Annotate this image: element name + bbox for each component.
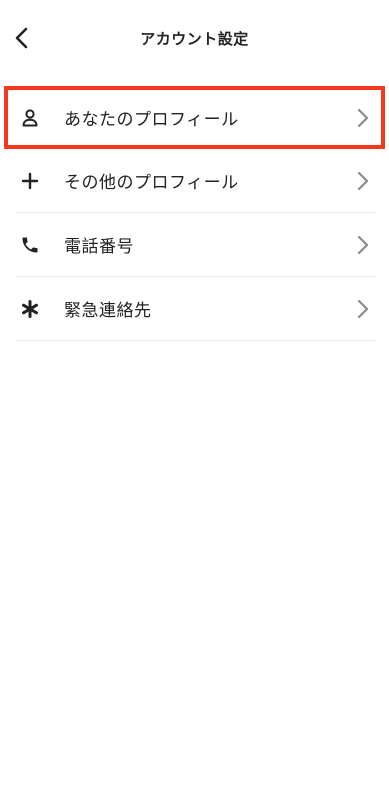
- menu-item-phone-number[interactable]: 電話番号: [16, 213, 375, 277]
- settings-list: あなたのプロフィール その他のプロフィール 電話番号 緊急連絡先: [0, 86, 389, 341]
- page-title: アカウント設定: [140, 30, 249, 48]
- chevron-right-icon: [351, 106, 375, 130]
- asterisk-icon: [16, 297, 52, 321]
- menu-item-emergency-contact[interactable]: 緊急連絡先: [16, 277, 375, 341]
- menu-item-label: あなたのプロフィール: [64, 110, 239, 130]
- chevron-right-icon: [351, 233, 375, 257]
- menu-item-label: 緊急連絡先: [64, 301, 152, 321]
- header: アカウント設定: [0, 0, 389, 80]
- chevron-right-icon: [351, 297, 375, 321]
- chevron-right-icon: [351, 169, 375, 193]
- person-icon: [16, 106, 52, 130]
- menu-item-label: その他のプロフィール: [64, 173, 239, 193]
- menu-item-label: 電話番号: [64, 237, 134, 257]
- menu-item-other-profiles[interactable]: その他のプロフィール: [16, 149, 375, 213]
- plus-icon: [16, 169, 52, 193]
- menu-item-your-profile[interactable]: あなたのプロフィール: [0, 86, 389, 149]
- phone-icon: [16, 233, 52, 257]
- account-settings-screen: アカウント設定 あなたのプロフィール その他のプロフィール 電話番号 緊急連絡先: [0, 0, 389, 802]
